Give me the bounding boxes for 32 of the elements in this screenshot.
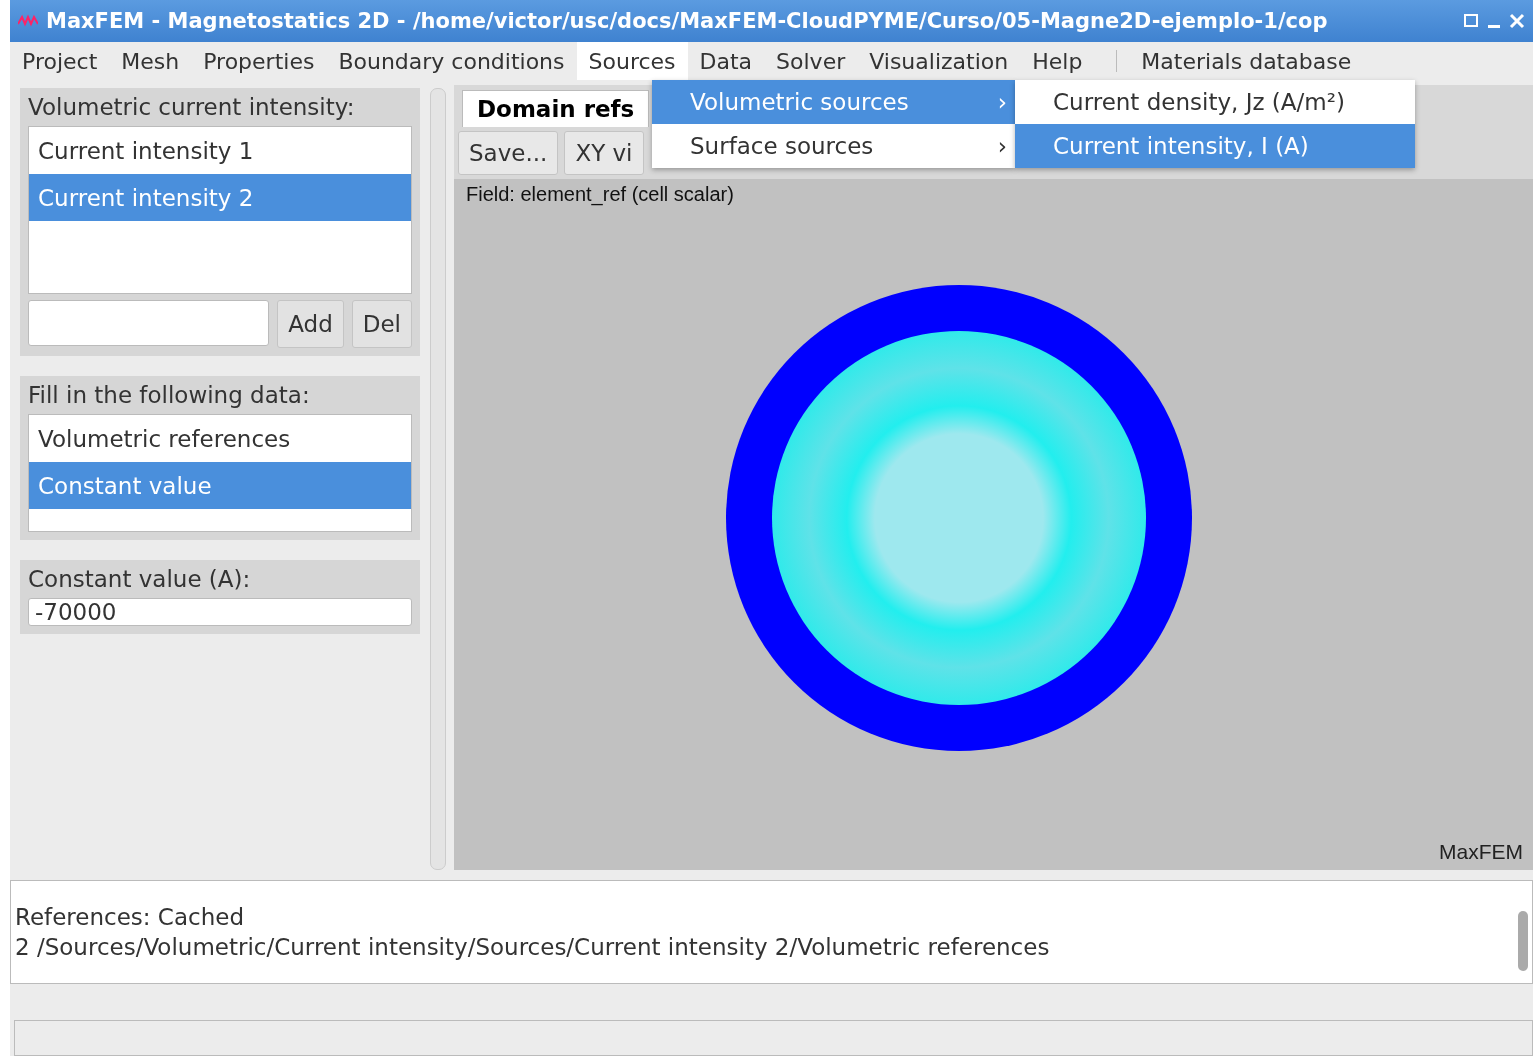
menu-item[interactable]: Data bbox=[687, 42, 765, 80]
menu-item[interactable]: Solver bbox=[764, 42, 858, 80]
window-title: MaxFEM - Magnetostatics 2D - /home/victor/usc/docs/MaxFEM-CloudPYME/Curso/05-Magne2D-ejemplo-1/cop bbox=[46, 9, 1329, 33]
value-input-field[interactable]: -70000 bbox=[28, 598, 412, 626]
menu-item[interactable]: Boundary conditions bbox=[326, 42, 577, 80]
menu-item[interactable]: Sources bbox=[576, 42, 688, 80]
delete-button[interactable]: Del bbox=[351, 300, 412, 348]
panel-title: Fill in the following data: bbox=[28, 382, 311, 408]
menu-item[interactable]: Project bbox=[10, 42, 110, 80]
name-input-field[interactable] bbox=[28, 300, 270, 346]
app-logo-icon bbox=[18, 14, 38, 28]
add-button[interactable]: Add bbox=[277, 300, 344, 348]
menu-item[interactable]: Mesh bbox=[109, 42, 192, 80]
menu-item[interactable]: Help bbox=[1020, 42, 1095, 80]
panel-title: Volumetric current intensity: bbox=[28, 94, 356, 120]
brand-label: MaxFEM bbox=[1439, 840, 1523, 864]
menu-item[interactable]: Materials database bbox=[1129, 42, 1364, 80]
menu-item[interactable]: Current density, Jz (A/m²) bbox=[1015, 80, 1415, 124]
menu-item[interactable]: Surface sources › bbox=[652, 124, 1015, 168]
field-label: Field: element_ref (cell scalar) bbox=[465, 182, 735, 206]
maximize-icon[interactable] bbox=[1463, 13, 1479, 29]
toolbar-button[interactable]: XY vi bbox=[564, 131, 644, 175]
menu-item[interactable]: Visualization bbox=[857, 42, 1021, 80]
splitter-handle[interactable] bbox=[430, 88, 446, 870]
toolbar-button[interactable]: Save... bbox=[458, 131, 559, 175]
menu-item[interactable]: Properties bbox=[191, 42, 327, 80]
tab[interactable]: Domain refs bbox=[462, 90, 650, 127]
panel-title: Constant value (A): bbox=[28, 566, 252, 592]
close-icon[interactable] bbox=[1509, 13, 1525, 29]
log-line: 2 /Sources/Volumetric/Current intensity/Sources/Current intensity 2/Volumetric references bbox=[15, 933, 1051, 962]
scrollbar-thumb[interactable] bbox=[1518, 911, 1528, 971]
log-line: References: Cached bbox=[15, 903, 245, 932]
